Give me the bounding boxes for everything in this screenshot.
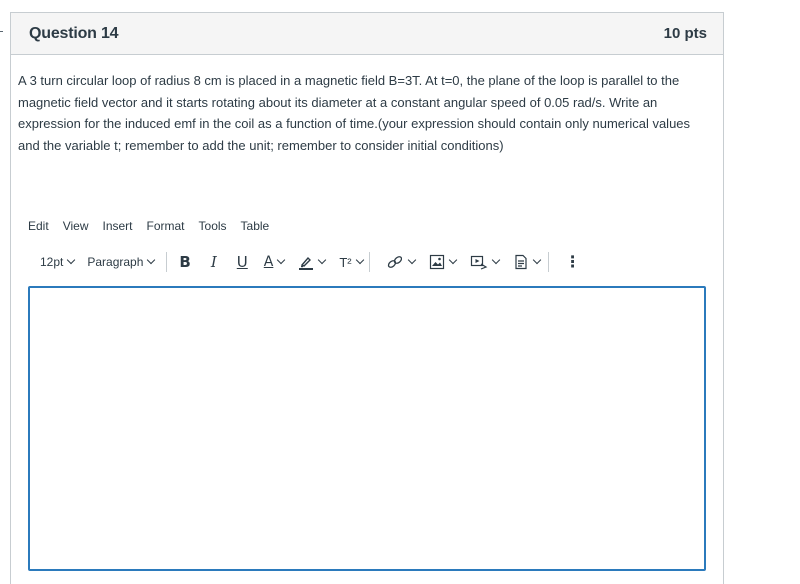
text-color-button[interactable]: A [263, 251, 286, 273]
editor-menubar: Edit View Insert Format Tools Table [28, 219, 283, 233]
chevron-down-icon [491, 255, 500, 265]
image-button[interactable] [429, 251, 457, 273]
chevron-down-icon [277, 255, 286, 265]
menu-edit[interactable]: Edit [28, 219, 49, 233]
editor-toolbar: 12pt Paragraph B I U A T² ⋮ [40, 251, 680, 273]
superscript-button[interactable]: T² [339, 251, 364, 273]
document-icon [515, 254, 527, 270]
question-header: Question 14 10 pts [11, 13, 723, 55]
left-edge-tick [0, 31, 3, 32]
media-button[interactable] [470, 251, 500, 273]
block-format-value: Paragraph [87, 255, 144, 269]
chevron-down-icon [407, 255, 416, 265]
chevron-down-icon [67, 255, 76, 265]
chevron-down-icon [355, 255, 364, 265]
highlight-button[interactable] [298, 251, 327, 273]
menu-format[interactable]: Format [147, 219, 185, 233]
bold-icon[interactable]: B [179, 251, 190, 273]
italic-icon[interactable]: I [211, 251, 217, 273]
chevron-down-icon [147, 255, 156, 265]
chevron-down-icon [448, 255, 457, 265]
menu-table[interactable]: Table [241, 219, 270, 233]
toolbar-divider [547, 252, 549, 272]
highlight-icon [299, 256, 314, 270]
question-points: 10 pts [663, 25, 707, 42]
text-color-icon: A [263, 254, 274, 270]
menu-tools[interactable]: Tools [199, 219, 227, 233]
superscript-icon: T² [339, 254, 352, 270]
question-text: A 3 turn circular loop of radius 8 cm is… [18, 73, 691, 153]
chevron-down-icon [318, 255, 327, 265]
link-button[interactable] [386, 251, 416, 273]
block-format-dropdown[interactable]: Paragraph [87, 251, 156, 273]
chevron-down-icon [532, 255, 541, 265]
font-size-dropdown[interactable]: 12pt [40, 251, 76, 273]
answer-editor[interactable] [28, 286, 706, 571]
image-icon [429, 254, 444, 270]
more-icon[interactable]: ⋮ [565, 251, 581, 273]
question-title: Question 14 [29, 24, 119, 42]
font-size-value: 12pt [40, 255, 64, 269]
menu-view[interactable]: View [63, 219, 89, 233]
toolbar-divider [368, 252, 370, 272]
menu-insert[interactable]: Insert [102, 219, 132, 233]
media-icon [470, 255, 487, 270]
link-icon [387, 256, 402, 268]
underline-icon[interactable]: U [237, 251, 248, 273]
document-button[interactable] [513, 251, 541, 273]
toolbar-divider [166, 252, 168, 272]
